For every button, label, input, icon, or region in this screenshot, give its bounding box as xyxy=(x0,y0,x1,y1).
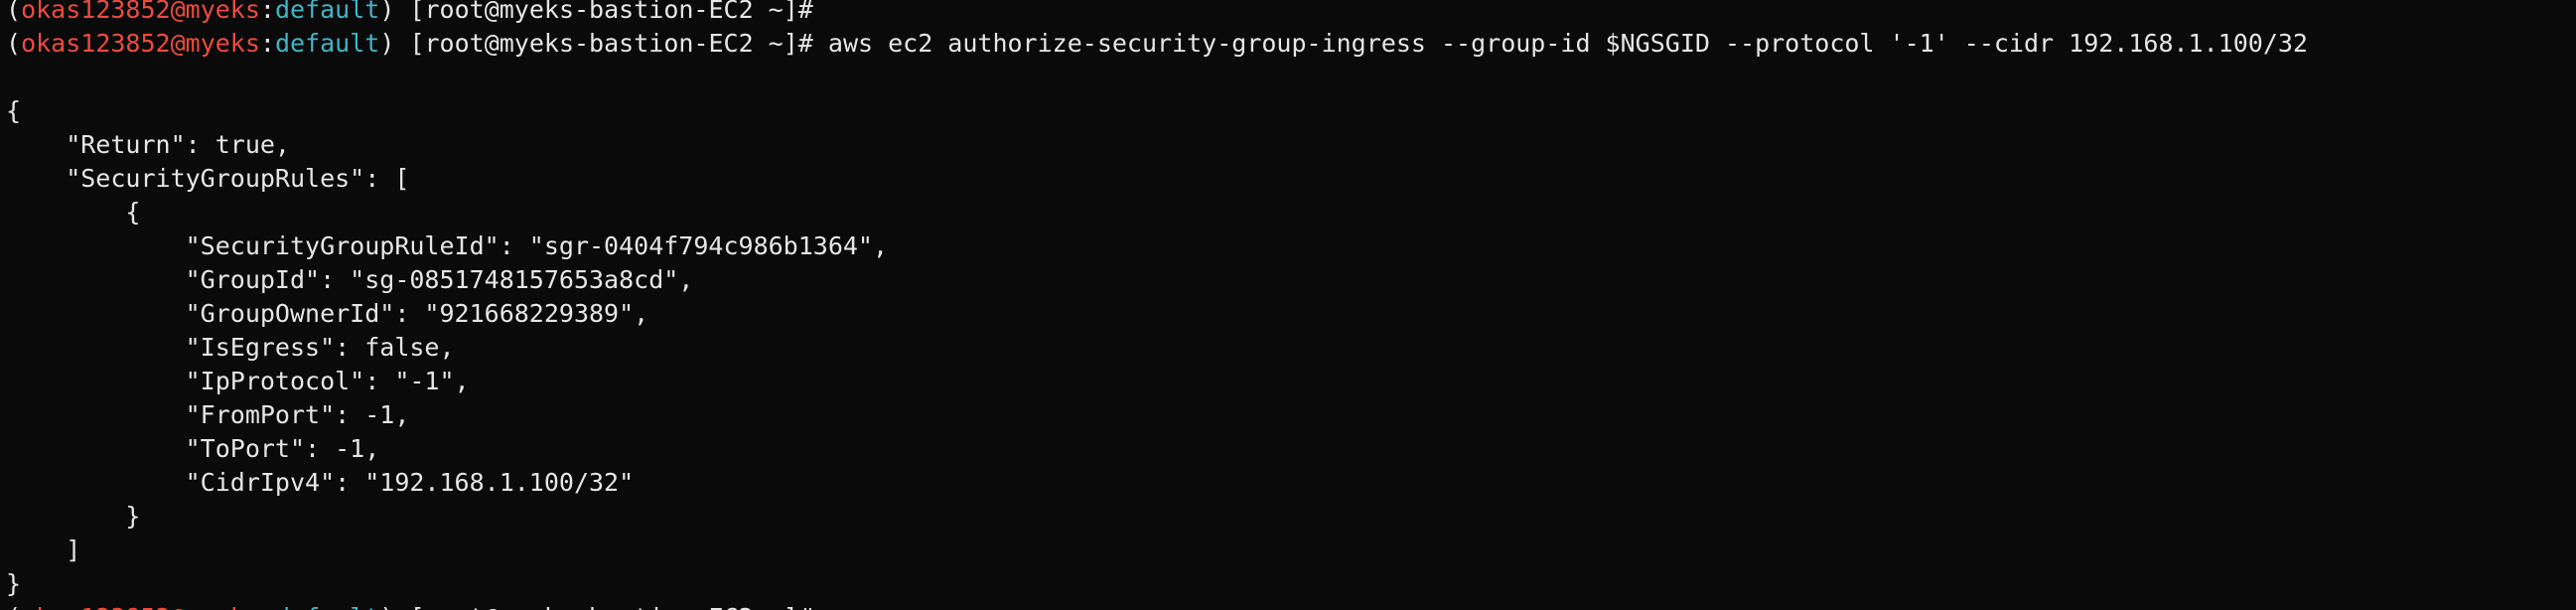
output-line: { xyxy=(6,96,22,125)
prompt-user: okas123852 xyxy=(21,29,171,58)
prompt-colon: : xyxy=(260,603,275,610)
output-line: } xyxy=(6,569,22,598)
output-line: ] xyxy=(6,535,81,564)
output-line: { xyxy=(6,198,141,227)
prompt-at: @ xyxy=(170,29,186,58)
prompt-user: okas123852 xyxy=(21,0,171,24)
prompt-paren-open: ( xyxy=(6,603,21,610)
output-line: "GroupId": "sg-0851748157653a8cd", xyxy=(6,265,694,294)
prompt-profile: default xyxy=(274,29,380,58)
prompt-paren-open: ( xyxy=(6,29,22,58)
output-line: "CidrIpv4": "192.168.1.100/32" xyxy=(6,468,635,497)
prompt-shell: [root@myeks-bastion-EC2 ~]# xyxy=(394,603,828,610)
prompt-user: okas123852 xyxy=(21,603,171,610)
prompt-at: @ xyxy=(170,0,186,24)
output-line: "IpProtocol": "-1", xyxy=(6,367,470,395)
prompt-profile: default xyxy=(274,0,380,24)
output-line: "GroupOwnerId": "921668229389", xyxy=(6,299,649,328)
prompt-profile: default xyxy=(275,603,379,610)
prompt-shell: [root@myeks-bastion-EC2 ~]# xyxy=(394,29,828,58)
output-line: } xyxy=(6,502,141,531)
output-line: "SecurityGroupRuleId": "sgr-0404f794c986… xyxy=(6,231,889,260)
output-line: "IsEgress": false, xyxy=(6,333,455,362)
output-line: "ToPort": -1, xyxy=(6,434,380,463)
prompt-host: myeks xyxy=(185,29,260,58)
prompt-paren-close: ) xyxy=(379,29,395,58)
prompt-at: @ xyxy=(171,603,186,610)
prompt-line-2: (okas123852@myeks:default) [root@myeks-b… xyxy=(0,27,2308,61)
prompt-line-1: (okas123852@myeks:default) [root@myeks-b… xyxy=(0,0,828,27)
output-line: "Return": true, xyxy=(6,130,290,159)
output-line: "SecurityGroupRules": [ xyxy=(6,164,410,193)
prompt-paren-close: ) xyxy=(379,603,394,610)
prompt-line-3: (okas123852@myeks:default) [root@myeks-b… xyxy=(0,601,828,610)
prompt-shell: [root@myeks-bastion-EC2 ~]# xyxy=(394,0,828,24)
prompt-colon: : xyxy=(259,0,275,24)
prompt-host: myeks xyxy=(186,603,260,610)
output-line: "FromPort": -1, xyxy=(6,400,410,429)
prompt-host: myeks xyxy=(185,0,260,24)
command-text-2: aws ec2 authorize-security-group-ingress… xyxy=(827,29,2308,58)
terminal-window[interactable]: (okas123852@myeks:default) [root@myeks-b… xyxy=(0,0,2576,610)
prompt-colon: : xyxy=(259,29,275,58)
prompt-paren-open: ( xyxy=(6,0,22,24)
prompt-paren-close: ) xyxy=(379,0,395,24)
